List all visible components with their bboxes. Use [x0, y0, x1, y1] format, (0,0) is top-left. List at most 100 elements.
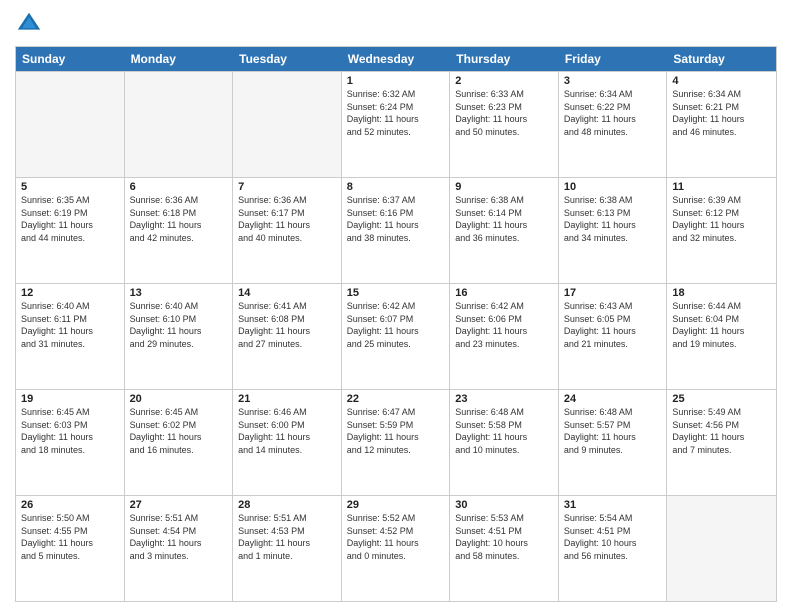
calendar-cell: 14Sunrise: 6:41 AM Sunset: 6:08 PM Dayli… — [233, 284, 342, 389]
day-number: 29 — [347, 499, 445, 511]
day-number: 10 — [564, 181, 662, 193]
calendar-cell: 24Sunrise: 6:48 AM Sunset: 5:57 PM Dayli… — [559, 390, 668, 495]
weekday-header: Saturday — [667, 47, 776, 71]
calendar-cell: 10Sunrise: 6:38 AM Sunset: 6:13 PM Dayli… — [559, 178, 668, 283]
calendar-cell: 20Sunrise: 6:45 AM Sunset: 6:02 PM Dayli… — [125, 390, 234, 495]
day-number: 30 — [455, 499, 553, 511]
calendar-row: 19Sunrise: 6:45 AM Sunset: 6:03 PM Dayli… — [16, 389, 776, 495]
day-number: 16 — [455, 287, 553, 299]
weekday-header: Tuesday — [233, 47, 342, 71]
day-info: Sunrise: 6:34 AM Sunset: 6:22 PM Dayligh… — [564, 88, 662, 138]
day-number: 26 — [21, 499, 119, 511]
calendar-cell: 28Sunrise: 5:51 AM Sunset: 4:53 PM Dayli… — [233, 496, 342, 601]
day-number: 5 — [21, 181, 119, 193]
calendar-cell: 5Sunrise: 6:35 AM Sunset: 6:19 PM Daylig… — [16, 178, 125, 283]
day-info: Sunrise: 5:49 AM Sunset: 4:56 PM Dayligh… — [672, 406, 771, 456]
calendar-cell: 17Sunrise: 6:43 AM Sunset: 6:05 PM Dayli… — [559, 284, 668, 389]
calendar-cell: 12Sunrise: 6:40 AM Sunset: 6:11 PM Dayli… — [16, 284, 125, 389]
calendar-cell: 30Sunrise: 5:53 AM Sunset: 4:51 PM Dayli… — [450, 496, 559, 601]
day-info: Sunrise: 6:45 AM Sunset: 6:03 PM Dayligh… — [21, 406, 119, 456]
calendar-cell: 29Sunrise: 5:52 AM Sunset: 4:52 PM Dayli… — [342, 496, 451, 601]
day-number: 18 — [672, 287, 771, 299]
day-info: Sunrise: 6:37 AM Sunset: 6:16 PM Dayligh… — [347, 194, 445, 244]
calendar-cell: 25Sunrise: 5:49 AM Sunset: 4:56 PM Dayli… — [667, 390, 776, 495]
day-info: Sunrise: 6:43 AM Sunset: 6:05 PM Dayligh… — [564, 300, 662, 350]
day-number: 2 — [455, 75, 553, 87]
day-info: Sunrise: 6:35 AM Sunset: 6:19 PM Dayligh… — [21, 194, 119, 244]
day-info: Sunrise: 6:44 AM Sunset: 6:04 PM Dayligh… — [672, 300, 771, 350]
calendar-cell: 26Sunrise: 5:50 AM Sunset: 4:55 PM Dayli… — [16, 496, 125, 601]
day-number: 19 — [21, 393, 119, 405]
day-number: 8 — [347, 181, 445, 193]
day-number: 7 — [238, 181, 336, 193]
day-info: Sunrise: 6:46 AM Sunset: 6:00 PM Dayligh… — [238, 406, 336, 456]
day-info: Sunrise: 5:51 AM Sunset: 4:54 PM Dayligh… — [130, 512, 228, 562]
weekday-header: Sunday — [16, 47, 125, 71]
day-number: 17 — [564, 287, 662, 299]
day-number: 14 — [238, 287, 336, 299]
day-info: Sunrise: 6:32 AM Sunset: 6:24 PM Dayligh… — [347, 88, 445, 138]
day-number: 4 — [672, 75, 771, 87]
day-number: 21 — [238, 393, 336, 405]
day-info: Sunrise: 6:48 AM Sunset: 5:58 PM Dayligh… — [455, 406, 553, 456]
calendar-cell: 19Sunrise: 6:45 AM Sunset: 6:03 PM Dayli… — [16, 390, 125, 495]
calendar-cell: 1Sunrise: 6:32 AM Sunset: 6:24 PM Daylig… — [342, 72, 451, 177]
day-number: 6 — [130, 181, 228, 193]
day-number: 25 — [672, 393, 771, 405]
calendar-cell: 7Sunrise: 6:36 AM Sunset: 6:17 PM Daylig… — [233, 178, 342, 283]
calendar-cell: 27Sunrise: 5:51 AM Sunset: 4:54 PM Dayli… — [125, 496, 234, 601]
calendar-cell: 15Sunrise: 6:42 AM Sunset: 6:07 PM Dayli… — [342, 284, 451, 389]
calendar-cell: 23Sunrise: 6:48 AM Sunset: 5:58 PM Dayli… — [450, 390, 559, 495]
calendar-cell — [667, 496, 776, 601]
day-info: Sunrise: 6:38 AM Sunset: 6:13 PM Dayligh… — [564, 194, 662, 244]
calendar-cell: 3Sunrise: 6:34 AM Sunset: 6:22 PM Daylig… — [559, 72, 668, 177]
day-info: Sunrise: 5:50 AM Sunset: 4:55 PM Dayligh… — [21, 512, 119, 562]
day-number: 1 — [347, 75, 445, 87]
day-number: 31 — [564, 499, 662, 511]
day-info: Sunrise: 6:34 AM Sunset: 6:21 PM Dayligh… — [672, 88, 771, 138]
calendar-cell: 4Sunrise: 6:34 AM Sunset: 6:21 PM Daylig… — [667, 72, 776, 177]
page: SundayMondayTuesdayWednesdayThursdayFrid… — [0, 0, 792, 612]
day-info: Sunrise: 5:51 AM Sunset: 4:53 PM Dayligh… — [238, 512, 336, 562]
calendar-row: 26Sunrise: 5:50 AM Sunset: 4:55 PM Dayli… — [16, 495, 776, 601]
day-info: Sunrise: 5:54 AM Sunset: 4:51 PM Dayligh… — [564, 512, 662, 562]
calendar-cell: 13Sunrise: 6:40 AM Sunset: 6:10 PM Dayli… — [125, 284, 234, 389]
calendar-cell: 21Sunrise: 6:46 AM Sunset: 6:00 PM Dayli… — [233, 390, 342, 495]
day-info: Sunrise: 6:42 AM Sunset: 6:06 PM Dayligh… — [455, 300, 553, 350]
day-info: Sunrise: 6:40 AM Sunset: 6:10 PM Dayligh… — [130, 300, 228, 350]
day-info: Sunrise: 6:40 AM Sunset: 6:11 PM Dayligh… — [21, 300, 119, 350]
calendar-cell: 2Sunrise: 6:33 AM Sunset: 6:23 PM Daylig… — [450, 72, 559, 177]
calendar-cell: 11Sunrise: 6:39 AM Sunset: 6:12 PM Dayli… — [667, 178, 776, 283]
day-info: Sunrise: 6:39 AM Sunset: 6:12 PM Dayligh… — [672, 194, 771, 244]
day-info: Sunrise: 5:53 AM Sunset: 4:51 PM Dayligh… — [455, 512, 553, 562]
day-info: Sunrise: 6:47 AM Sunset: 5:59 PM Dayligh… — [347, 406, 445, 456]
day-number: 20 — [130, 393, 228, 405]
calendar-cell: 6Sunrise: 6:36 AM Sunset: 6:18 PM Daylig… — [125, 178, 234, 283]
calendar-cell: 9Sunrise: 6:38 AM Sunset: 6:14 PM Daylig… — [450, 178, 559, 283]
day-number: 28 — [238, 499, 336, 511]
day-number: 27 — [130, 499, 228, 511]
calendar-cell: 22Sunrise: 6:47 AM Sunset: 5:59 PM Dayli… — [342, 390, 451, 495]
day-number: 9 — [455, 181, 553, 193]
logo — [15, 10, 47, 38]
header — [15, 10, 777, 38]
weekday-header: Monday — [125, 47, 234, 71]
calendar-row: 1Sunrise: 6:32 AM Sunset: 6:24 PM Daylig… — [16, 71, 776, 177]
calendar-cell: 8Sunrise: 6:37 AM Sunset: 6:16 PM Daylig… — [342, 178, 451, 283]
day-info: Sunrise: 6:42 AM Sunset: 6:07 PM Dayligh… — [347, 300, 445, 350]
day-number: 22 — [347, 393, 445, 405]
calendar-cell — [125, 72, 234, 177]
day-number: 12 — [21, 287, 119, 299]
day-info: Sunrise: 6:41 AM Sunset: 6:08 PM Dayligh… — [238, 300, 336, 350]
day-number: 23 — [455, 393, 553, 405]
weekday-header: Thursday — [450, 47, 559, 71]
weekday-header: Friday — [559, 47, 668, 71]
calendar-cell — [233, 72, 342, 177]
day-info: Sunrise: 6:33 AM Sunset: 6:23 PM Dayligh… — [455, 88, 553, 138]
calendar-row: 12Sunrise: 6:40 AM Sunset: 6:11 PM Dayli… — [16, 283, 776, 389]
logo-icon — [15, 10, 43, 38]
day-number: 13 — [130, 287, 228, 299]
day-info: Sunrise: 6:45 AM Sunset: 6:02 PM Dayligh… — [130, 406, 228, 456]
calendar-header: SundayMondayTuesdayWednesdayThursdayFrid… — [16, 47, 776, 71]
day-number: 24 — [564, 393, 662, 405]
